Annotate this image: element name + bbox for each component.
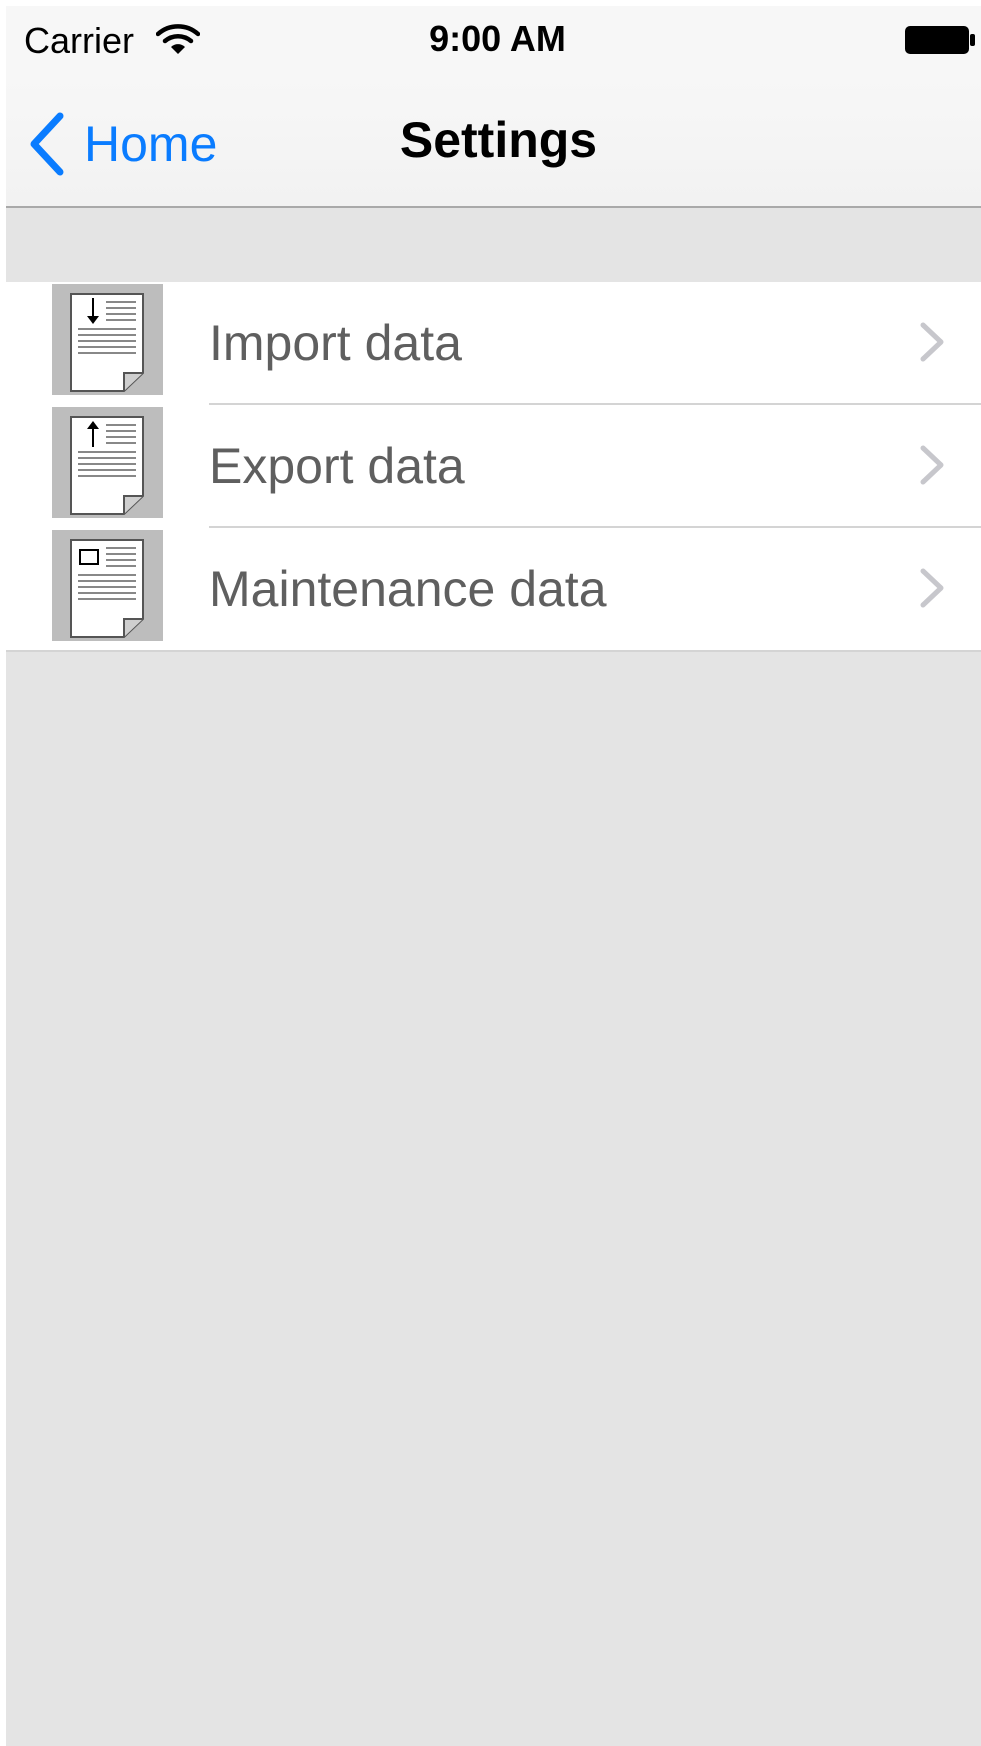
list-item-label: Export data xyxy=(209,438,465,494)
page-title: Settings xyxy=(399,112,598,168)
chevron-right-icon xyxy=(920,322,944,362)
document-import-icon xyxy=(52,284,163,395)
list-item-label: Maintenance data xyxy=(209,561,607,617)
document-export-icon xyxy=(52,407,163,518)
battery-full-icon xyxy=(905,26,975,54)
status-bar: Carrier 9:00 AM xyxy=(6,6,981,78)
chevron-right-icon xyxy=(920,445,944,485)
document-maintenance-icon xyxy=(52,530,163,641)
settings-list: Import data Export data Maintenance data xyxy=(6,282,981,652)
list-item-label: Import data xyxy=(209,315,462,371)
status-time: 9:00 AM xyxy=(429,18,566,59)
list-item-maintenance-data[interactable]: Maintenance data xyxy=(6,528,981,651)
screen: Carrier 9:00 AM Home Settings Import dat… xyxy=(6,6,981,1746)
navigation-bar: Home Settings xyxy=(6,78,981,208)
list-item-import-data[interactable]: Import data xyxy=(6,282,981,405)
list-item-export-data[interactable]: Export data xyxy=(6,405,981,528)
chevron-right-icon xyxy=(920,568,944,608)
